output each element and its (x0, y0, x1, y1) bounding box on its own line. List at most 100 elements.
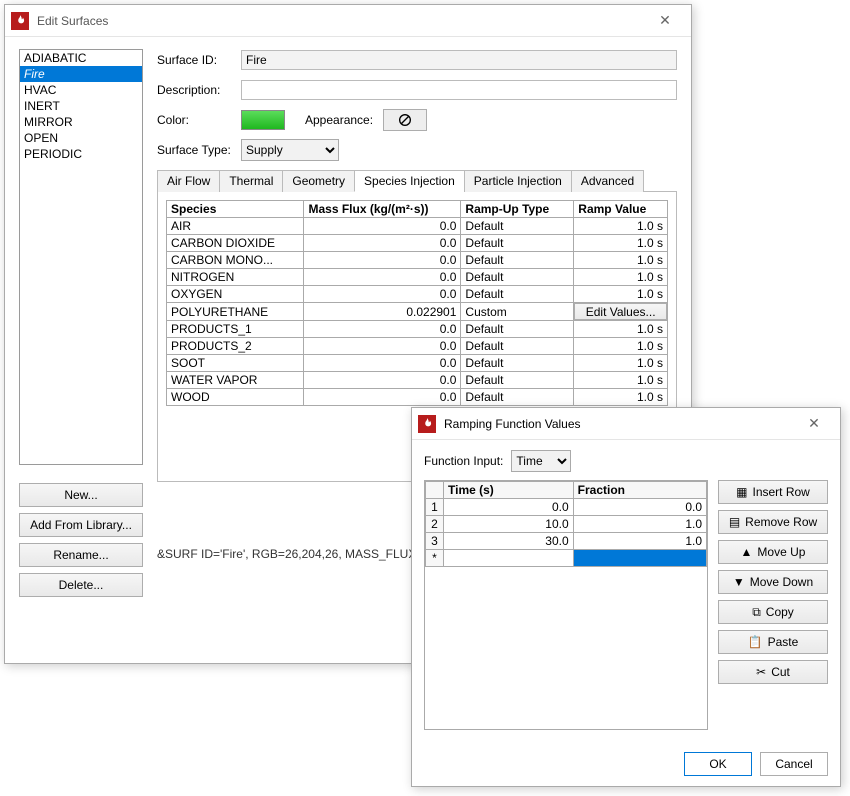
table-row[interactable]: WOOD0.0Default1.0 s (167, 389, 668, 406)
titlebar[interactable]: Edit Surfaces ✕ (5, 5, 691, 37)
cut-button[interactable]: ✂Cut (718, 660, 828, 684)
flux-cell[interactable]: 0.0 (304, 269, 461, 286)
list-item[interactable]: MIRROR (20, 114, 142, 130)
flux-cell[interactable]: 0.0 (304, 338, 461, 355)
move-up-button[interactable]: ▲Move Up (718, 540, 828, 564)
list-item[interactable]: ADIABATIC (20, 50, 142, 66)
table-row[interactable]: 10.00.0 (426, 499, 707, 516)
ramp-value-cell[interactable]: 1.0 s (574, 286, 668, 303)
ramp-value-cell[interactable]: 1.0 s (574, 218, 668, 235)
column-header[interactable]: Ramp Value (574, 201, 668, 218)
cancel-button[interactable]: Cancel (760, 752, 828, 776)
flux-cell[interactable]: 0.0 (304, 252, 461, 269)
column-header[interactable]: Mass Flux (kg/(m²·s)) (304, 201, 461, 218)
species-cell[interactable]: WATER VAPOR (167, 372, 304, 389)
species-cell[interactable]: AIR (167, 218, 304, 235)
delete-button[interactable]: Delete... (19, 573, 143, 597)
species-cell[interactable]: CARBON DIOXIDE (167, 235, 304, 252)
remove-row-button[interactable]: ▤Remove Row (718, 510, 828, 534)
new-row[interactable]: * (426, 550, 707, 567)
ramp-value-cell[interactable]: 1.0 s (574, 372, 668, 389)
edit-values-button[interactable]: Edit Values... (574, 303, 667, 320)
function-input-select[interactable]: Time (511, 450, 571, 472)
table-row[interactable]: SOOT0.0Default1.0 s (167, 355, 668, 372)
add-from-library-button[interactable]: Add From Library... (19, 513, 143, 537)
flux-cell[interactable]: 0.0 (304, 235, 461, 252)
ramp-value-cell[interactable]: 1.0 s (574, 235, 668, 252)
table-row[interactable]: WATER VAPOR0.0Default1.0 s (167, 372, 668, 389)
rename-button[interactable]: Rename... (19, 543, 143, 567)
table-row[interactable]: 210.01.0 (426, 516, 707, 533)
ramp-type-cell[interactable]: Default (461, 235, 574, 252)
ramp-type-cell[interactable]: Default (461, 252, 574, 269)
description-input[interactable] (241, 80, 677, 100)
ramp-value-cell[interactable]: 1.0 s (574, 321, 668, 338)
table-row[interactable]: PRODUCTS_20.0Default1.0 s (167, 338, 668, 355)
tab-advanced[interactable]: Advanced (571, 170, 644, 192)
table-row[interactable]: OXYGEN0.0Default1.0 s (167, 286, 668, 303)
surface-type-select[interactable]: Supply (241, 139, 339, 161)
tab-species-injection[interactable]: Species Injection (354, 170, 465, 192)
ramp-value-cell[interactable]: 1.0 s (574, 389, 668, 406)
paste-button[interactable]: 📋Paste (718, 630, 828, 654)
table-row[interactable]: PRODUCTS_10.0Default1.0 s (167, 321, 668, 338)
tab-geometry[interactable]: Geometry (282, 170, 355, 192)
time-cell[interactable]: 10.0 (444, 516, 574, 533)
flux-cell[interactable]: 0.0 (304, 218, 461, 235)
list-item[interactable]: INERT (20, 98, 142, 114)
species-table[interactable]: SpeciesMass Flux (kg/(m²·s))Ramp-Up Type… (166, 200, 668, 406)
ramp-type-cell[interactable]: Default (461, 389, 574, 406)
list-item[interactable]: Fire (20, 66, 142, 82)
fraction-cell[interactable] (573, 550, 706, 567)
flux-cell[interactable]: 0.0 (304, 286, 461, 303)
ramp-type-cell[interactable]: Default (461, 338, 574, 355)
ramp-value-cell[interactable]: 1.0 s (574, 269, 668, 286)
titlebar[interactable]: Ramping Function Values ✕ (412, 408, 840, 440)
ramp-type-cell[interactable]: Default (461, 372, 574, 389)
time-cell[interactable] (444, 550, 574, 567)
list-item[interactable]: OPEN (20, 130, 142, 146)
time-cell[interactable]: 30.0 (444, 533, 574, 550)
column-header[interactable]: Time (s) (444, 482, 574, 499)
ramp-type-cell[interactable]: Default (461, 218, 574, 235)
column-header[interactable]: Species (167, 201, 304, 218)
species-cell[interactable]: PRODUCTS_2 (167, 338, 304, 355)
species-cell[interactable]: PRODUCTS_1 (167, 321, 304, 338)
ramp-value-cell[interactable]: 1.0 s (574, 338, 668, 355)
ramp-value-cell[interactable]: 1.0 s (574, 355, 668, 372)
table-row[interactable]: POLYURETHANE0.022901CustomEdit Values... (167, 303, 668, 321)
flux-cell[interactable]: 0.0 (304, 321, 461, 338)
ramp-value-cell[interactable]: Edit Values... (574, 303, 668, 321)
species-cell[interactable]: NITROGEN (167, 269, 304, 286)
species-cell[interactable]: POLYURETHANE (167, 303, 304, 321)
insert-row-button[interactable]: ▦Insert Row (718, 480, 828, 504)
ramp-type-cell[interactable]: Custom (461, 303, 574, 321)
time-cell[interactable]: 0.0 (444, 499, 574, 516)
species-cell[interactable]: OXYGEN (167, 286, 304, 303)
fraction-cell[interactable]: 1.0 (573, 516, 706, 533)
copy-button[interactable]: ⧉Copy (718, 600, 828, 624)
flux-cell[interactable]: 0.0 (304, 355, 461, 372)
column-header[interactable]: Ramp-Up Type (461, 201, 574, 218)
list-item[interactable]: PERIODIC (20, 146, 142, 162)
flux-cell[interactable]: 0.0 (304, 372, 461, 389)
color-swatch[interactable] (241, 110, 285, 130)
surface-id-input[interactable] (241, 50, 677, 70)
table-row[interactable]: CARBON DIOXIDE0.0Default1.0 s (167, 235, 668, 252)
species-cell[interactable]: WOOD (167, 389, 304, 406)
table-row[interactable]: 330.01.0 (426, 533, 707, 550)
list-item[interactable]: HVAC (20, 82, 142, 98)
new-button[interactable]: New... (19, 483, 143, 507)
tab-thermal[interactable]: Thermal (219, 170, 283, 192)
flux-cell[interactable]: 0.0 (304, 389, 461, 406)
column-header[interactable] (426, 482, 444, 499)
table-row[interactable]: AIR0.0Default1.0 s (167, 218, 668, 235)
ramp-table[interactable]: Time (s)Fraction 10.00.0210.01.0330.01.0… (424, 480, 708, 730)
appearance-button[interactable] (383, 109, 427, 131)
species-cell[interactable]: CARBON MONO... (167, 252, 304, 269)
close-button[interactable]: ✕ (645, 7, 685, 35)
ramp-type-cell[interactable]: Default (461, 269, 574, 286)
ok-button[interactable]: OK (684, 752, 752, 776)
ramp-value-cell[interactable]: 1.0 s (574, 252, 668, 269)
ramp-type-cell[interactable]: Default (461, 321, 574, 338)
